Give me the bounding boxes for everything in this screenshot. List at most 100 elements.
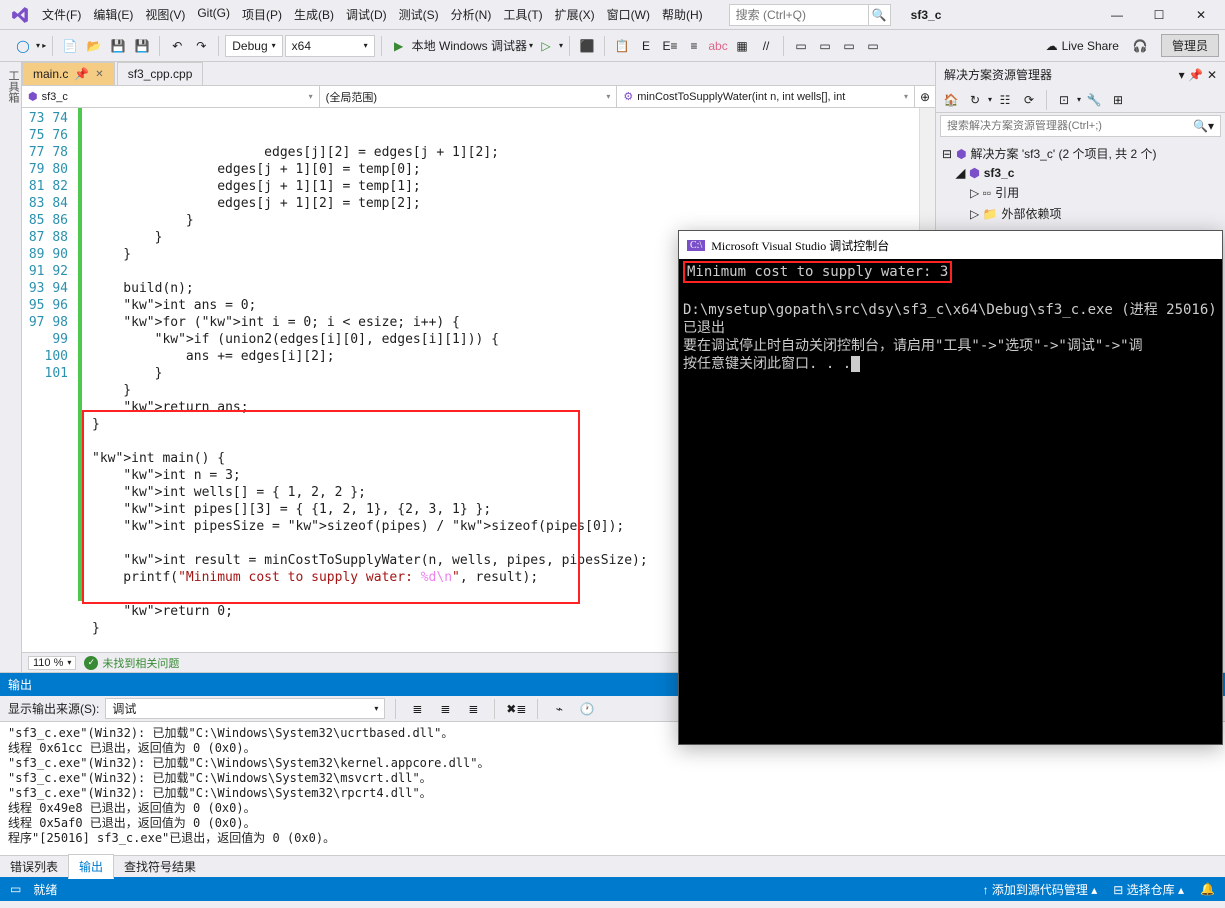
toolbar-icon[interactable]: abc <box>707 35 729 57</box>
toolbox-sidebar[interactable]: 工具箱 <box>0 62 22 672</box>
search-icon[interactable]: 🔍 <box>869 4 891 26</box>
search-icon[interactable]: 🔍▾ <box>1193 119 1214 133</box>
nav-project[interactable]: ⬢sf3_c▾ <box>22 86 320 107</box>
title-bar: 文件(F)编辑(E)视图(V)Git(G)项目(P)生成(B)调试(D)测试(S… <box>0 0 1225 30</box>
solution-root[interactable]: ⊟ ⬢ 解决方案 'sf3_c' (2 个项目, 共 2 个) <box>942 143 1219 164</box>
menu-item[interactable]: 编辑(E) <box>87 2 139 27</box>
clear-icon[interactable]: ✖≣ <box>505 698 527 720</box>
start-nobreak-button[interactable]: ▷ <box>535 35 557 57</box>
close-icon[interactable]: ✕ <box>95 69 103 80</box>
status-bar: ▭ 就绪 ↑ 添加到源代码管理 ▴ ⊟ 选择仓库 ▴ 🔔 <box>0 877 1225 901</box>
close-icon[interactable]: ✕ <box>1207 68 1217 82</box>
debug-console-window[interactable]: C:\ Microsoft Visual Studio 调试控制台 Minimu… <box>678 230 1223 745</box>
solution-search[interactable]: 🔍▾ <box>940 115 1221 137</box>
menu-item[interactable]: Git(G) <box>191 2 236 27</box>
toolbar-icon[interactable]: ▦ <box>731 35 753 57</box>
menu-item[interactable]: 文件(F) <box>36 2 87 27</box>
toolbar-icon[interactable]: 🔧 <box>1083 89 1105 111</box>
menu-item[interactable]: 调试(D) <box>340 2 393 27</box>
toolbar-icon[interactable]: ⟳ <box>1018 89 1040 111</box>
feedback-icon[interactable]: 🎧 <box>1129 35 1151 57</box>
output-source-dropdown[interactable]: 调试▾ <box>105 698 385 719</box>
open-button[interactable]: 📂 <box>83 35 105 57</box>
project-name: sf3_c <box>911 8 942 22</box>
platform-dropdown[interactable]: x64▾ <box>285 35 375 57</box>
toolbar-icon[interactable]: ≣ <box>434 698 456 720</box>
vs-logo-icon <box>10 5 30 25</box>
zoom-dropdown[interactable]: 110 %▾ <box>28 656 76 670</box>
toolbar-icon[interactable]: ≣ <box>406 698 428 720</box>
toolbar-icon[interactable]: 🕐 <box>576 698 598 720</box>
toolbar-icon[interactable]: ↻ <box>964 89 986 111</box>
document-tabs: main.c📌✕sf3_cpp.cpp <box>22 62 935 86</box>
dropdown-icon[interactable]: ▾ ▸ <box>36 41 46 50</box>
search-box[interactable] <box>729 4 869 26</box>
repo-button[interactable]: ⊟ 选择仓库 ▴ <box>1113 881 1184 898</box>
nav-member[interactable]: ⚙minCostToSupplyWater(int n, int wells[]… <box>617 86 915 107</box>
save-all-button[interactable]: 💾 <box>131 35 153 57</box>
project-node[interactable]: ◢ ⬢ sf3_c <box>942 164 1219 182</box>
config-dropdown[interactable]: Debug▾ <box>225 35 282 57</box>
save-button[interactable]: 💾 <box>107 35 129 57</box>
home-icon[interactable]: 🏠 <box>940 89 962 111</box>
status-icon: ▭ <box>10 882 21 896</box>
no-issues-status: ✓未找到相关问题 <box>84 655 179 671</box>
toolbar-icon[interactable]: ☷ <box>994 89 1016 111</box>
menu-item[interactable]: 窗口(W) <box>601 2 656 27</box>
solution-tree[interactable]: ⊟ ⬢ 解决方案 'sf3_c' (2 个项目, 共 2 个) ◢ ⬢ sf3_… <box>936 139 1225 228</box>
bottom-tabs: 错误列表输出查找符号结果 <box>0 855 1225 877</box>
menu-item[interactable]: 工具(T) <box>497 2 548 27</box>
toolbar-icon[interactable]: ▭ <box>790 35 812 57</box>
bottom-tab[interactable]: 输出 <box>68 854 114 879</box>
debug-label[interactable]: 本地 Windows 调试器 <box>412 37 527 54</box>
navigation-bar: ⬢sf3_c▾ (全局范围)▾ ⚙minCostToSupplyWater(in… <box>22 86 935 108</box>
solution-search-input[interactable] <box>947 120 1193 132</box>
start-debug-button[interactable]: ▶ <box>388 35 410 57</box>
toolbar-icon[interactable]: ⊡ <box>1053 89 1075 111</box>
search-input[interactable] <box>736 8 862 22</box>
close-button[interactable]: ✕ <box>1181 3 1221 27</box>
liveshare-button[interactable]: ☁ Live Share <box>1038 37 1127 55</box>
external-deps-node[interactable]: ▷ 📁 外部依赖项 <box>942 203 1219 224</box>
menu-item[interactable]: 分析(N) <box>445 2 498 27</box>
new-file-button[interactable]: 📄 <box>59 35 81 57</box>
toolbar-icon[interactable]: ⊞ <box>1107 89 1129 111</box>
document-tab[interactable]: main.c📌✕ <box>22 62 115 85</box>
undo-button[interactable]: ↶ <box>166 35 188 57</box>
toolbar-icon[interactable]: ≣ <box>462 698 484 720</box>
line-gutter: 73 74 75 76 77 78 79 80 81 82 83 84 85 8… <box>22 108 78 652</box>
toolbar-icon[interactable]: 📋 <box>611 35 633 57</box>
redo-button[interactable]: ↷ <box>190 35 212 57</box>
nav-back-button[interactable]: ◯ <box>12 35 34 57</box>
bottom-tab[interactable]: 查找符号结果 <box>114 855 206 878</box>
toolbar-icon[interactable]: ▭ <box>838 35 860 57</box>
pin-icon[interactable]: 📌 <box>74 67 89 81</box>
menu-item[interactable]: 测试(S) <box>393 2 445 27</box>
toolbar-icon[interactable]: E≡ <box>659 35 681 57</box>
document-tab[interactable]: sf3_cpp.cpp <box>117 62 204 85</box>
toolbar-icon[interactable]: ≡ <box>683 35 705 57</box>
console-title-bar[interactable]: C:\ Microsoft Visual Studio 调试控制台 <box>679 231 1222 259</box>
console-output: Minimum cost to supply water: 3 D:\myset… <box>679 259 1222 375</box>
references-node[interactable]: ▷ ▫▫ 引用 <box>942 182 1219 203</box>
toolbar-icon[interactable]: E <box>635 35 657 57</box>
menu-item[interactable]: 视图(V) <box>139 2 191 27</box>
toolbar-icon[interactable]: ⬛ <box>576 35 598 57</box>
toolbar-icon[interactable]: ▭ <box>814 35 836 57</box>
nav-scope[interactable]: (全局范围)▾ <box>320 86 618 107</box>
maximize-button[interactable]: ☐ <box>1139 3 1179 27</box>
admin-badge: 管理员 <box>1161 34 1219 57</box>
toolbar-icon[interactable]: ▭ <box>862 35 884 57</box>
menu-item[interactable]: 项目(P) <box>236 2 288 27</box>
menu-item[interactable]: 生成(B) <box>288 2 340 27</box>
bottom-tab[interactable]: 错误列表 <box>0 855 68 878</box>
toolbar-icon[interactable]: // <box>755 35 777 57</box>
scm-button[interactable]: ↑ 添加到源代码管理 ▴ <box>983 881 1098 898</box>
menu-item[interactable]: 帮助(H) <box>656 2 709 27</box>
menu-item[interactable]: 扩展(X) <box>549 2 601 27</box>
dropdown-icon[interactable]: ▾ <box>529 41 533 50</box>
toolbar-icon[interactable]: ⌁ <box>548 698 570 720</box>
notifications-icon[interactable]: 🔔 <box>1200 882 1215 896</box>
pin-icon[interactable]: ▾ 📌 <box>1179 68 1203 82</box>
minimize-button[interactable]: — <box>1097 3 1137 27</box>
